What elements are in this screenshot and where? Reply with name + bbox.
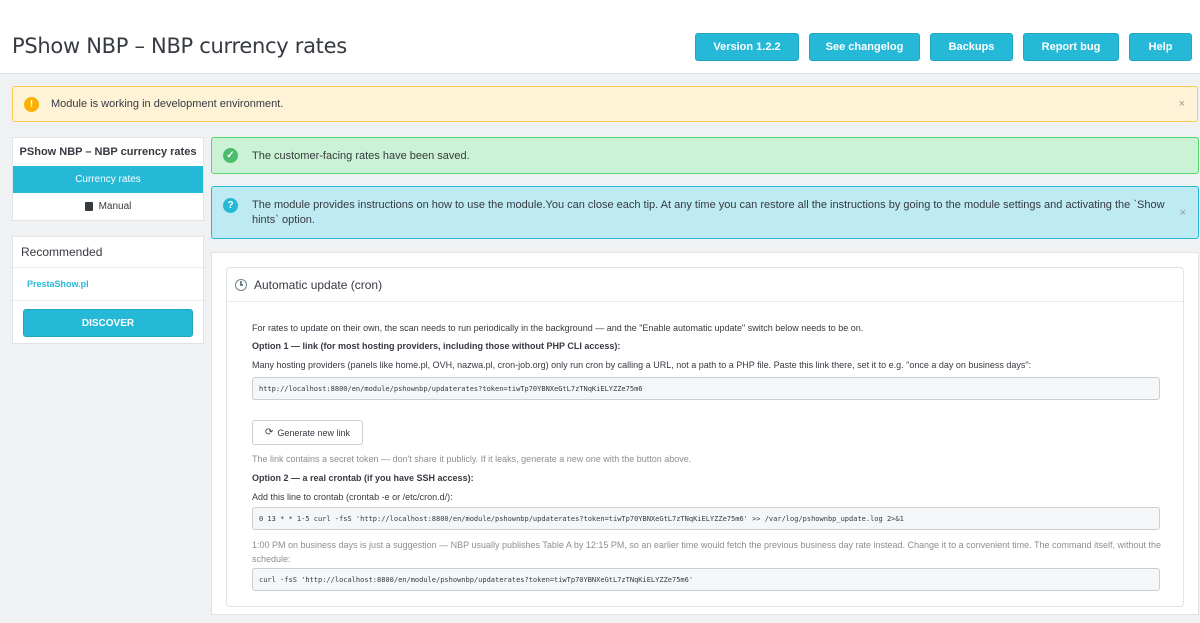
option2-description: Add this line to crontab (crontab -e or … <box>252 492 453 502</box>
success-text: The customer-facing rates have been save… <box>252 149 470 162</box>
changelog-button[interactable]: See changelog <box>809 33 920 61</box>
close-icon[interactable]: × <box>1179 98 1185 110</box>
close-icon[interactable]: × <box>1180 207 1186 219</box>
check-icon: ✓ <box>223 148 238 163</box>
option1-description: Many hosting providers (panels like home… <box>252 360 1032 370</box>
command-field[interactable]: curl -fsS 'http://localhost:8800/en/modu… <box>252 568 1160 591</box>
report-bug-button[interactable]: Report bug <box>1023 33 1119 61</box>
cron-url-field[interactable]: http://localhost:8800/en/module/pshownbp… <box>252 377 1160 400</box>
crontab-line-field[interactable]: 0 13 * * 1-5 curl -fsS 'http://localhost… <box>252 507 1160 530</box>
generate-link-button[interactable]: ⟳ Generate new link <box>252 420 363 445</box>
question-icon: ? <box>223 198 238 213</box>
option1-title: Option 1 — link (for most hosting provid… <box>252 341 621 351</box>
module-menu-title: PShow NBP – NBP currency rates <box>19 146 197 158</box>
token-note: The link contains a secret token — don't… <box>252 454 692 464</box>
backups-button[interactable]: Backups <box>930 33 1013 61</box>
module-menu: PShow NBP – NBP currency rates Currency … <box>12 137 204 221</box>
sidebar-item-label: Manual <box>98 201 132 212</box>
refresh-icon: ⟳ <box>265 427 274 438</box>
clock-icon <box>235 278 247 291</box>
page-title: PShow NBP – NBP currency rates <box>12 34 347 58</box>
info-text: The module provides instructions on how … <box>252 199 1165 226</box>
sidebar-item-manual[interactable]: Manual <box>13 193 203 220</box>
cron-card-header: Automatic update (cron) <box>227 268 1183 302</box>
discover-button[interactable]: DISCOVER <box>23 309 193 337</box>
help-button[interactable]: Help <box>1129 33 1192 61</box>
sidebar-item-currency-rates[interactable]: Currency rates <box>13 166 203 193</box>
dev-environment-alert: ! Module is working in development envir… <box>12 86 1198 122</box>
exclamation-icon: ! <box>24 96 39 112</box>
cron-panel: Automatic update (cron) For rates to upd… <box>211 252 1199 615</box>
cron-card-title: Automatic update (cron) <box>254 277 383 292</box>
option2-title: Option 2 — a real crontab (if you have S… <box>252 473 474 483</box>
warning-text: Module is working in development environ… <box>51 98 284 110</box>
version-button[interactable]: Version 1.2.2 <box>695 33 799 61</box>
cron-intro-text: For rates to update on their own, the sc… <box>252 323 864 333</box>
recommended-title: Recommended <box>13 237 203 268</box>
instructions-tip-alert: ? The module provides instructions on ho… <box>211 186 1199 239</box>
recommended-card: Recommended PrestaShow.pl DISCOVER <box>12 236 204 344</box>
page-header: PShow NBP – NBP currency rates Version 1… <box>0 0 1200 74</box>
generate-link-label: Generate new link <box>277 427 350 438</box>
rates-saved-alert: ✓ The customer-facing rates have been sa… <box>211 137 1199 174</box>
cron-card: Automatic update (cron) For rates to upd… <box>226 267 1184 607</box>
book-icon <box>84 202 93 211</box>
prestashow-link[interactable]: PrestaShow.pl <box>13 268 203 301</box>
schedule-note: 1:00 PM on business days is just a sugge… <box>252 540 1162 564</box>
